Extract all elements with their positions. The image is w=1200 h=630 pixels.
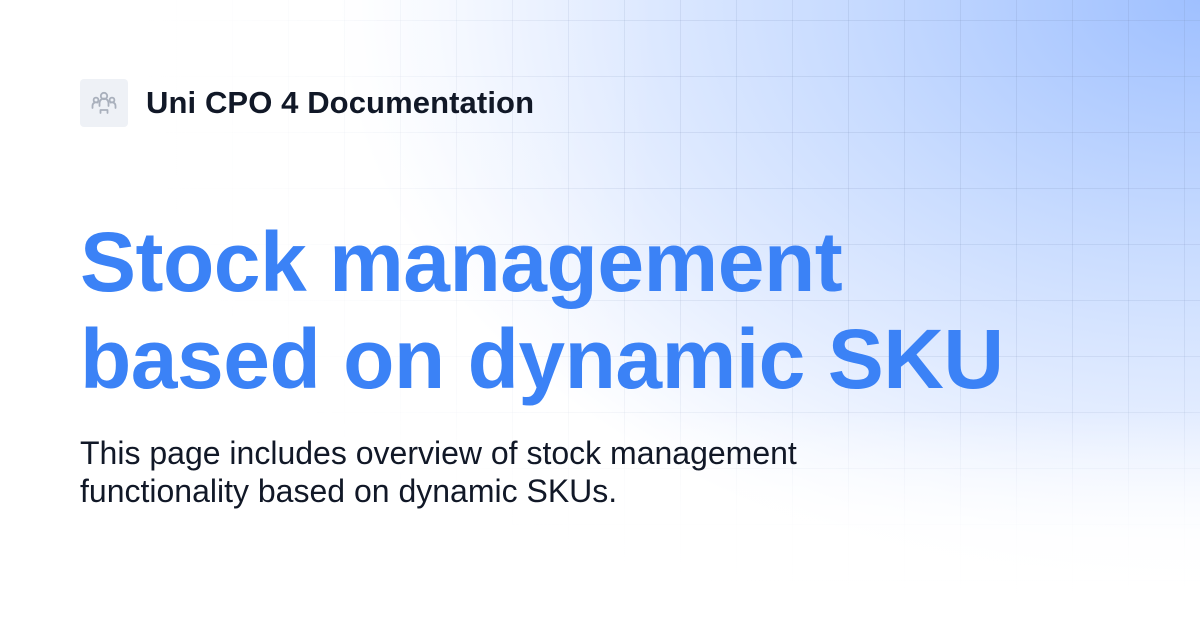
users-group-icon — [80, 79, 128, 127]
page-title: Stock management based on dynamic SKU — [80, 214, 1120, 408]
card-content: Uni CPO 4 Documentation Stock management… — [80, 78, 1120, 510]
brand-title: Uni CPO 4 Documentation — [146, 85, 535, 120]
social-preview-card: Uni CPO 4 Documentation Stock management… — [0, 0, 1200, 630]
page-title-line-1: Stock management — [80, 215, 843, 309]
brand-row: Uni CPO 4 Documentation — [80, 78, 1120, 128]
page-description: This page includes overview of stock man… — [80, 435, 797, 509]
page-title-line-2: based on dynamic SKU — [80, 312, 1004, 406]
users-group-icon-graphic — [91, 91, 117, 114]
